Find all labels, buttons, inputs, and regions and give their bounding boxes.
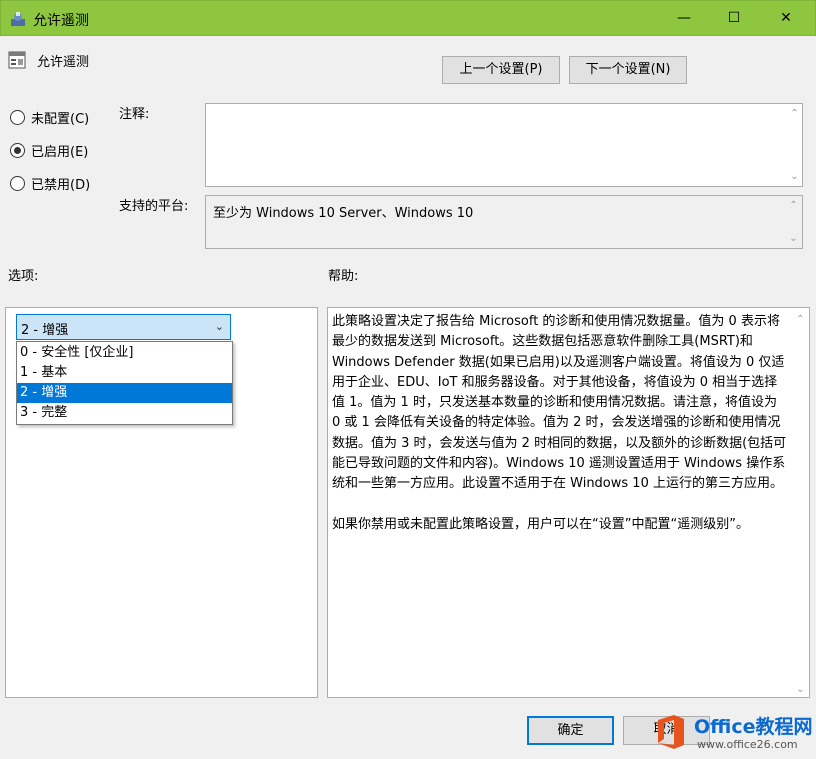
- dropdown-item[interactable]: 0 - 安全性 [仅企业]: [17, 343, 232, 363]
- help-label: 帮助:: [328, 269, 359, 284]
- dropdown-item[interactable]: 3 - 完整: [17, 403, 232, 423]
- maximize-button[interactable]: ☐: [711, 1, 757, 36]
- radio-label: 已启用(E): [31, 144, 89, 160]
- scroll-up-icon[interactable]: ⌃: [786, 108, 803, 119]
- radio-button[interactable]: [10, 175, 25, 191]
- platform-label: 支持的平台:: [119, 199, 189, 214]
- watermark: Office教程网 www.office26.com: [648, 704, 816, 759]
- scroll-up-icon[interactable]: ⌃: [792, 314, 809, 325]
- platform-value: 至少为 Windows 10 Server、Windows 10: [213, 206, 474, 221]
- radio-label: 未配置(C): [31, 111, 90, 127]
- dropdown-item[interactable]: 2 - 增强: [17, 383, 232, 403]
- watermark-title: Office教程网: [694, 716, 813, 738]
- platform-scrollbar[interactable]: ⌃ ⌄: [785, 196, 802, 248]
- scroll-down-icon[interactable]: ⌄: [786, 171, 803, 182]
- policy-setting-icon: [8, 51, 26, 69]
- minimize-button[interactable]: —: [661, 1, 707, 36]
- telemetry-level-select[interactable]: 2 - 增强 ⌄: [16, 314, 231, 340]
- radio-enabled[interactable]: 已启用(E): [10, 140, 88, 160]
- scroll-down-icon[interactable]: ⌄: [792, 684, 809, 695]
- ok-button[interactable]: 确定: [527, 716, 614, 745]
- platform-box: 至少为 Windows 10 Server、Windows 10 ⌃ ⌄: [205, 195, 803, 249]
- telemetry-level-dropdown[interactable]: 0 - 安全性 [仅企业] 1 - 基本 2 - 增强 3 - 完整: [16, 341, 233, 425]
- previous-setting-button[interactable]: 上一个设置(P): [442, 56, 560, 84]
- radio-button[interactable]: [10, 142, 25, 158]
- radio-label: 已禁用(D): [31, 177, 91, 193]
- title-bar[interactable]: 允许遥测 — ☐ ✕: [0, 0, 816, 36]
- options-label: 选项:: [8, 269, 39, 284]
- policy-title: 允许遥测: [37, 55, 90, 70]
- help-text: 此策略设置决定了报告给 Microsoft 的诊断和使用情况数据量。值为 0 表…: [332, 312, 787, 535]
- help-paragraph: 此策略设置决定了报告给 Microsoft 的诊断和使用情况数据量。值为 0 表…: [332, 314, 787, 492]
- radio-button[interactable]: [10, 109, 25, 125]
- window-title: 允许遥测: [33, 13, 89, 29]
- radio-disabled[interactable]: 已禁用(D): [10, 173, 90, 193]
- help-scrollbar[interactable]: ⌃ ⌄: [792, 308, 809, 697]
- select-value: 2 - 增强: [21, 323, 69, 338]
- comment-textarea[interactable]: [205, 103, 803, 187]
- comment-label: 注释:: [119, 107, 150, 122]
- chevron-down-icon[interactable]: ⌄: [215, 320, 224, 333]
- dropdown-item[interactable]: 1 - 基本: [17, 363, 232, 383]
- scroll-up-icon[interactable]: ⌃: [785, 200, 802, 211]
- help-panel: 此策略设置决定了报告给 Microsoft 的诊断和使用情况数据量。值为 0 表…: [327, 307, 810, 698]
- scroll-down-icon[interactable]: ⌄: [785, 233, 802, 244]
- help-paragraph: 如果你禁用或未配置此策略设置，用户可以在“设置”中配置“遥测级别”。: [332, 516, 749, 532]
- watermark-url: www.office26.com: [697, 738, 798, 751]
- office-logo-icon: [658, 715, 684, 749]
- comment-scrollbar[interactable]: ⌃ ⌄: [786, 104, 803, 186]
- close-button[interactable]: ✕: [763, 1, 809, 36]
- radio-not-configured[interactable]: 未配置(C): [10, 107, 89, 127]
- next-setting-button[interactable]: 下一个设置(N): [569, 56, 687, 84]
- policy-app-icon: [11, 12, 25, 26]
